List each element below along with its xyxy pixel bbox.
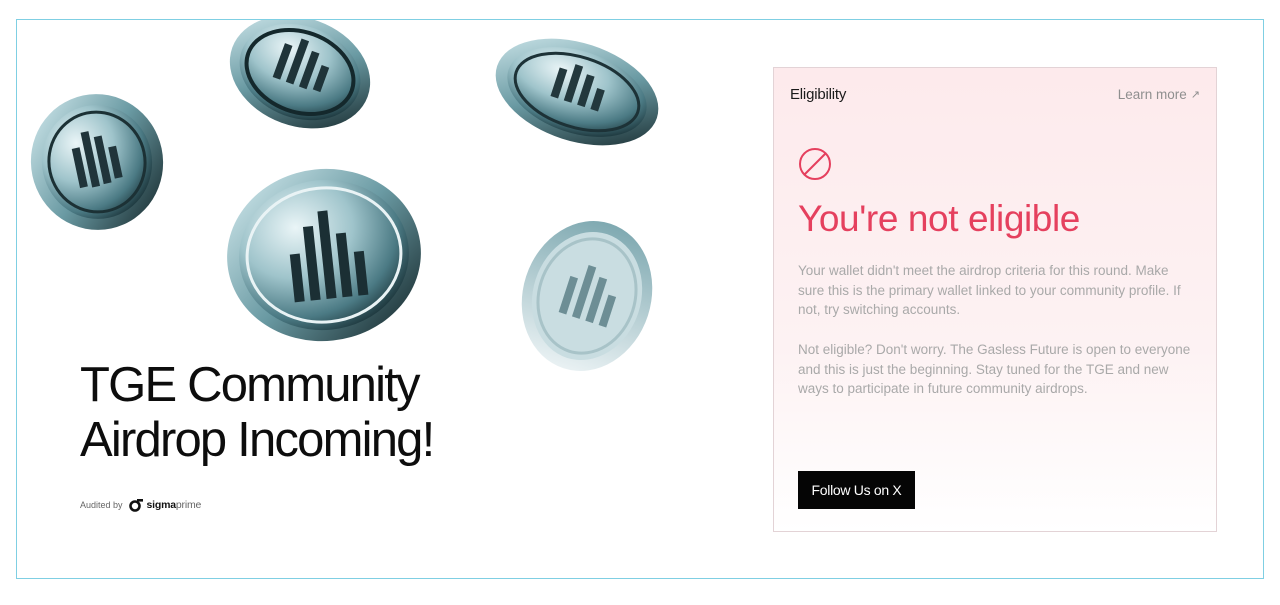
eligibility-card-header: Eligibility Learn more ↗ bbox=[790, 86, 1200, 103]
external-arrow-icon: ↗ bbox=[1190, 89, 1200, 101]
not-eligible-headline: You're not eligible bbox=[798, 198, 1080, 239]
learn-more-link[interactable]: Learn more ↗ bbox=[1118, 87, 1200, 102]
coin-3 bbox=[495, 38, 659, 146]
sigma-logo-name: sigma bbox=[146, 499, 177, 511]
audited-by: Audited by sigmaprime bbox=[80, 498, 201, 512]
coin-2 bbox=[229, 20, 371, 129]
hero-title-line-1: TGE Community bbox=[80, 358, 421, 412]
eligibility-description: Your wallet didn't meet the airdrop crit… bbox=[798, 263, 1181, 317]
learn-more-label: Learn more bbox=[1117, 87, 1187, 102]
coin-5 bbox=[521, 221, 653, 371]
audited-by-label: Audited by bbox=[80, 500, 123, 510]
coin-4 bbox=[227, 168, 421, 342]
airdrop-frame: TGE Community Airdrop Incoming! Audited … bbox=[16, 19, 1264, 579]
sigma-logo-icon bbox=[128, 499, 143, 512]
coins-illustration bbox=[17, 20, 717, 578]
eligibility-reassurance: Not eligible? Don't worry. The Gasless F… bbox=[798, 342, 1191, 396]
coin-1 bbox=[30, 94, 164, 230]
eligibility-title: Eligibility bbox=[790, 86, 847, 103]
hero-title-line-2: Airdrop Incoming! bbox=[80, 413, 435, 467]
ban-icon bbox=[799, 148, 831, 180]
hero-title: TGE Community Airdrop Incoming! bbox=[80, 358, 435, 468]
follow-on-x-button[interactable]: Follow Us on X bbox=[798, 471, 915, 509]
sigma-prime-logo: sigmaprime bbox=[128, 498, 202, 512]
eligibility-card: Eligibility Learn more ↗ You're not elig… bbox=[773, 67, 1217, 532]
sigma-logo-suffix: prime bbox=[175, 499, 202, 511]
